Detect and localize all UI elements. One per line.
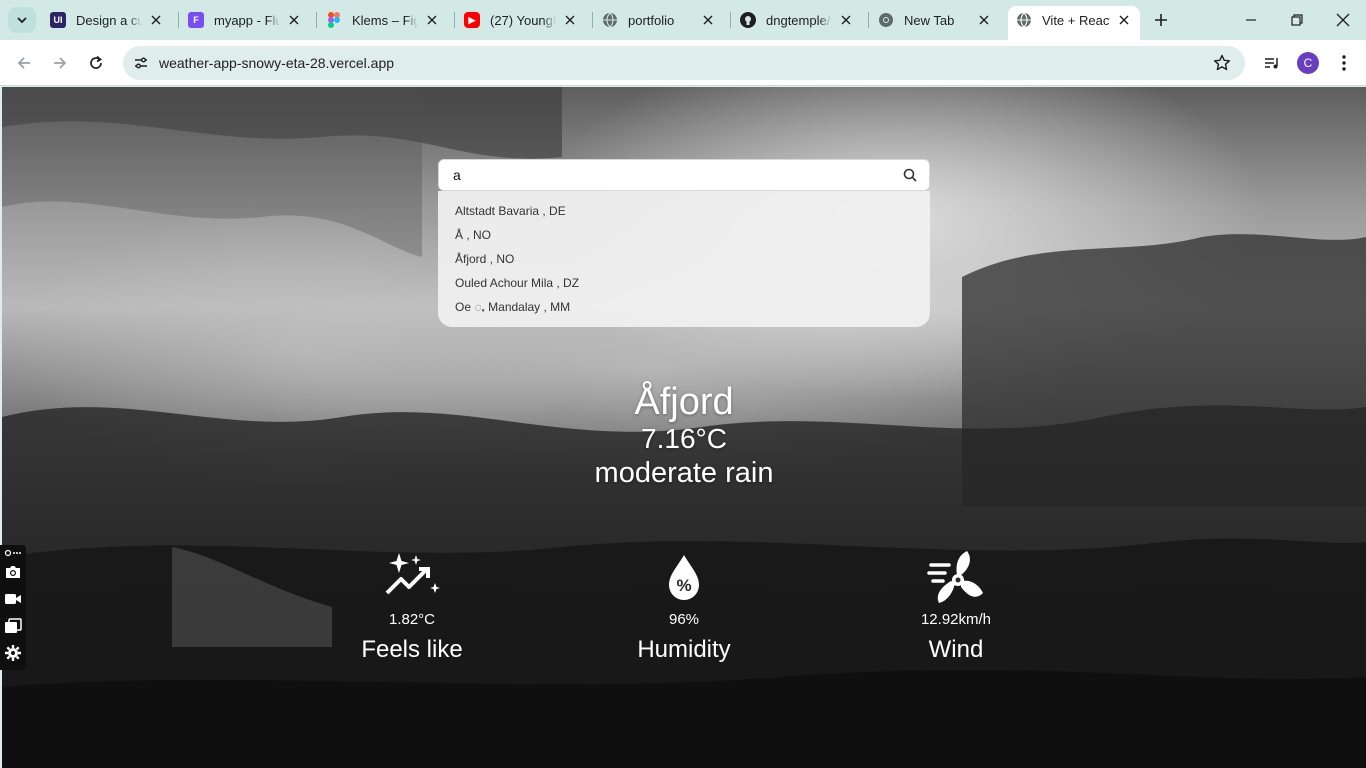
profile-button[interactable]: C: [1294, 49, 1322, 77]
suggestion-item[interactable]: Ouled Achour Mila , DZ: [438, 271, 930, 295]
suggestions-dropdown: Altstadt Bavaria , DE Å , NO Åfjord , NO…: [438, 191, 930, 327]
globe-icon: [602, 12, 618, 28]
restore-button[interactable]: [1274, 0, 1320, 40]
arrow-right-icon: [54, 57, 67, 69]
svg-text:%: %: [676, 576, 691, 595]
pin-icon[interactable]: [3, 547, 23, 559]
globe-icon: [1016, 12, 1032, 28]
close-icon[interactable]: [700, 12, 716, 28]
close-icon: [1336, 13, 1350, 27]
tab-portfolio[interactable]: portfolio: [594, 6, 724, 34]
tab-title: (27) YoungB: [490, 12, 556, 28]
tab-vite-react[interactable]: Vite + React: [1008, 6, 1140, 40]
tab-design[interactable]: UI Design a cus: [42, 6, 172, 34]
forward-button[interactable]: [46, 49, 74, 77]
tab-search-button[interactable]: [8, 7, 36, 33]
address-bar[interactable]: weather-app-snowy-eta-28.vercel.app: [123, 46, 1245, 80]
close-icon[interactable]: [148, 12, 164, 28]
tab-figma[interactable]: Klems – Figm: [318, 6, 448, 34]
plus-icon: [1155, 14, 1167, 26]
flutterflow-icon: F: [188, 12, 204, 28]
tab-github[interactable]: dngtemple/v: [732, 6, 862, 34]
feels-like-label: Feels like: [361, 636, 463, 663]
close-icon[interactable]: [976, 12, 992, 28]
video-camera-icon[interactable]: [3, 589, 23, 609]
humidity-stat: % 96% Humidity: [604, 549, 764, 664]
minimize-button[interactable]: [1228, 0, 1274, 40]
tab-title: Vite + React: [1042, 12, 1110, 28]
bookmark-star-icon[interactable]: [1213, 54, 1231, 72]
close-icon[interactable]: [1116, 12, 1132, 28]
humidity-value: 96%: [668, 611, 700, 628]
github-icon: [740, 12, 756, 28]
tab-title: Klems – Figm: [352, 12, 418, 28]
tab-title: Design a cus: [76, 12, 142, 28]
sparkle-chart-icon: [385, 553, 440, 595]
youtube-icon: ▶: [464, 12, 480, 28]
feels-like-stat: 1.82°C Feels like: [332, 549, 492, 664]
city-search-input[interactable]: [453, 160, 893, 190]
close-icon[interactable]: [286, 12, 302, 28]
back-button[interactable]: [10, 49, 38, 77]
browser-toolbar: weather-app-snowy-eta-28.vercel.app C: [0, 40, 1366, 86]
tab-strip: UI Design a cus F myapp - Flut Klems – F…: [0, 0, 1366, 40]
chevron-down-icon: [17, 17, 27, 24]
close-icon[interactable]: [562, 12, 578, 28]
close-window-button[interactable]: [1320, 0, 1366, 40]
tab-new-tab[interactable]: New Tab: [870, 6, 1000, 34]
tab-title: myapp - Flut: [214, 12, 280, 28]
playlist-icon: [1265, 58, 1278, 69]
feels-like-value: 1.82°C: [388, 611, 436, 628]
wind-value: 12.92km/h: [920, 611, 992, 628]
gear-icon[interactable]: [3, 643, 23, 663]
humidity-label: Humidity: [637, 636, 731, 663]
close-icon[interactable]: [424, 12, 440, 28]
tab-myapp[interactable]: F myapp - Flut: [180, 6, 310, 34]
wind-stat: 12.92km/h Wind: [876, 549, 1036, 664]
kebab-menu-icon: [1342, 55, 1346, 71]
city-name: Åfjord: [634, 381, 734, 423]
suggestion-item[interactable]: Altstadt Bavaria , DE: [438, 199, 930, 223]
menu-button[interactable]: [1330, 49, 1358, 77]
minimize-icon: [1246, 19, 1256, 21]
avatar: C: [1297, 52, 1319, 74]
url-text[interactable]: weather-app-snowy-eta-28.vercel.app: [159, 55, 394, 71]
suggestion-item[interactable]: Å , NO: [438, 223, 930, 247]
site-info-icon[interactable]: [129, 51, 153, 75]
media-control-button[interactable]: [1258, 49, 1286, 77]
close-icon[interactable]: [838, 12, 854, 28]
figma-icon: [326, 12, 342, 28]
humidity-drop-icon: %: [669, 555, 699, 600]
tab-title: New Tab: [904, 12, 955, 28]
suggestion-item[interactable]: Åfjord , NO: [438, 247, 930, 271]
city-search-box: [438, 159, 930, 191]
current-temperature: 7.16°C: [641, 423, 727, 454]
new-tab-button[interactable]: [1150, 9, 1172, 31]
tab-title: dngtemple/v: [766, 12, 832, 28]
camera-icon[interactable]: [3, 562, 23, 582]
capture-toolbar: [0, 545, 26, 670]
reload-button[interactable]: [82, 49, 110, 77]
window-capture-icon[interactable]: [3, 616, 23, 636]
uizard-icon: UI: [50, 12, 66, 28]
search-icon[interactable]: [903, 168, 917, 182]
chrome-icon: [878, 12, 894, 28]
weather-description: moderate rain: [594, 457, 774, 489]
arrow-left-icon: [17, 57, 30, 69]
suggestion-item[interactable]: Oe ꩻ Mandalay , MM: [438, 295, 930, 319]
wind-label: Wind: [928, 636, 984, 663]
restore-icon: [1291, 14, 1303, 26]
tab-youtube[interactable]: ▶ (27) YoungB: [456, 6, 586, 34]
reload-icon: [90, 55, 102, 69]
tab-title: portfolio: [628, 12, 675, 28]
weather-app-page: Altstadt Bavaria , DE Å , NO Åfjord , NO…: [2, 87, 1366, 768]
wind-turbine-icon: [927, 551, 983, 603]
